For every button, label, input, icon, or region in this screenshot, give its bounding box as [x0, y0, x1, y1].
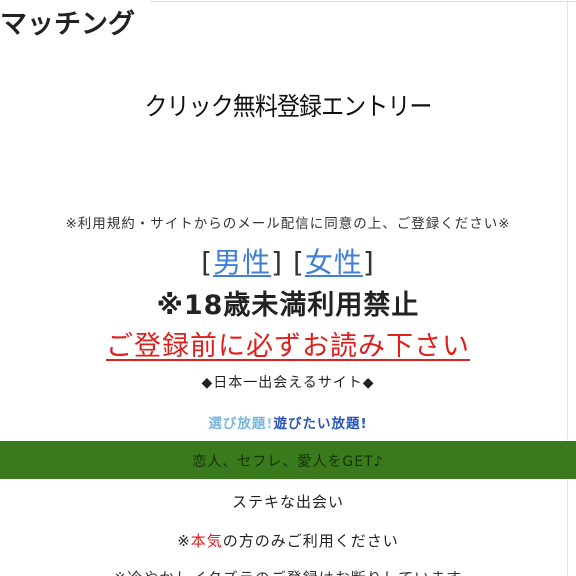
- choose-tagline: 選び放題!遊びたい放題!: [0, 412, 576, 432]
- serious-only-notice: ※本気の方のみご利用ください: [0, 530, 576, 551]
- green-banner-text: 恋人、セフレ、愛人をGET♪: [192, 454, 384, 470]
- male-registration-link[interactable]: 男性: [213, 246, 271, 279]
- bracket-open: [: [292, 246, 305, 279]
- top-divider: [150, 1, 576, 2]
- prank-refusal-notice: ※冷やかしイタズラのご登録はお断りしています: [0, 567, 576, 576]
- best-site-tagline: ◆日本一出会えるサイト◆: [201, 375, 375, 391]
- age-restriction-notice: ※18歳未満利用禁止: [156, 290, 420, 321]
- choose-tagline-part2: 遊びたい放題!: [273, 416, 368, 432]
- bracket-open: [: [201, 246, 214, 279]
- choose-tagline-part1: 選び放題: [208, 416, 267, 432]
- page-title: マッチング: [0, 9, 135, 40]
- serious-suffix: の方のみご利用ください: [222, 532, 399, 550]
- free-registration-entry-heading: クリック無料登録エントリー: [144, 92, 432, 121]
- gender-select-row: [男性] [女性]: [0, 241, 576, 281]
- bracket-close: ]: [271, 246, 284, 279]
- choose-tagline-separator: !: [266, 416, 274, 432]
- nice-encounter-text: ステキな出会い: [231, 493, 344, 511]
- serious-prefix: ※: [177, 532, 191, 550]
- serious-highlight: 本気: [190, 532, 223, 550]
- female-registration-link[interactable]: 女性: [305, 246, 363, 279]
- bracket-close: ]: [362, 246, 375, 279]
- read-before-registering-link[interactable]: ご登録前に必ずお読み下さい: [0, 324, 576, 363]
- consent-notice: ※利用規約・サイトからのメール配信に同意の上、ご登録ください※: [65, 216, 511, 232]
- page: マッチング クリック無料登録エントリー ※利用規約・サイトからのメール配信に同意…: [0, 0, 576, 576]
